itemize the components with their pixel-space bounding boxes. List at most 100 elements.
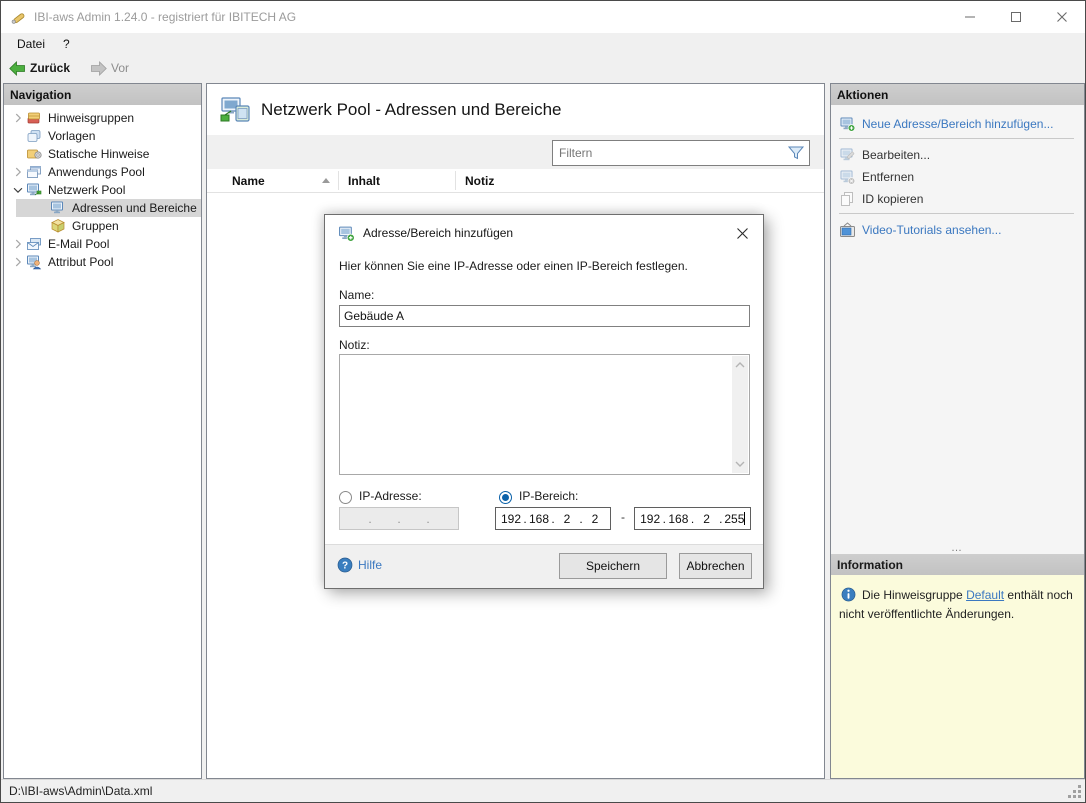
- close-icon: [736, 227, 748, 239]
- name-input[interactable]: [339, 305, 750, 327]
- column-divider[interactable]: [455, 171, 456, 190]
- octet-separator: .: [397, 511, 401, 526]
- nav-item-label: E-Mail Pool: [48, 237, 110, 251]
- nav-item-gruppen[interactable]: Gruppen: [4, 217, 201, 235]
- back-arrow-icon: [9, 60, 25, 76]
- ip-address-radio[interactable]: [339, 491, 352, 504]
- close-icon: [1057, 12, 1067, 22]
- nav-item-hinweisgruppen[interactable]: Hinweisgruppen: [4, 109, 201, 127]
- dialog-title-bar: Adresse/Bereich hinzufügen: [325, 215, 763, 251]
- filter-funnel-icon[interactable]: [786, 144, 806, 162]
- octet[interactable]: 255: [723, 511, 747, 526]
- navigation-tree: Hinweisgruppen Vorlagen Statische Hinwei…: [4, 105, 201, 271]
- nav-item-label: Netzwerk Pool: [48, 183, 126, 197]
- title-bar: IBI-aws Admin 1.24.0 - registriert für I…: [1, 1, 1085, 33]
- help-label: Hilfe: [358, 558, 383, 572]
- information-header: Information: [831, 554, 1084, 575]
- nav-item-statische-hinweise[interactable]: Statische Hinweise: [4, 145, 201, 163]
- resize-grip-icon[interactable]: [1068, 785, 1081, 798]
- page-title: Netzwerk Pool - Adressen und Bereiche: [261, 99, 562, 119]
- table-header: Name Inhalt Notiz: [207, 169, 824, 193]
- nav-item-attribut-pool[interactable]: Attribut Pool: [4, 253, 201, 271]
- note-scrollbar[interactable]: [732, 356, 748, 473]
- column-header-name[interactable]: Name: [232, 169, 265, 192]
- ip-address-radio-label[interactable]: IP-Adresse:: [359, 489, 422, 503]
- octet-separator: .: [368, 511, 372, 526]
- action-edit[interactable]: Bearbeiten...: [839, 144, 1084, 165]
- scroll-up-icon[interactable]: [734, 359, 746, 371]
- octet[interactable]: 192: [499, 512, 523, 526]
- column-divider[interactable]: [338, 171, 339, 190]
- action-label: ID kopieren: [862, 191, 924, 206]
- note-label: Notiz:: [339, 338, 370, 352]
- copy-icon: [841, 191, 853, 206]
- nav-item-anwendungs-pool[interactable]: Anwendungs Pool: [4, 163, 201, 181]
- nav-item-label: Attribut Pool: [48, 255, 114, 269]
- save-button[interactable]: Speichern: [559, 553, 667, 579]
- ip-range-to-input[interactable]: 192. 168. 2. 255: [634, 507, 751, 530]
- toolbar: Zurück Vor: [1, 55, 1085, 81]
- app-window: IBI-aws Admin 1.24.0 - registriert für I…: [0, 0, 1086, 803]
- column-header-inhalt[interactable]: Inhalt: [348, 169, 380, 192]
- action-remove[interactable]: Entfernen: [839, 166, 1084, 187]
- name-label: Name:: [339, 288, 375, 302]
- nav-item-email-pool[interactable]: E-Mail Pool: [4, 235, 201, 253]
- adressen-icon: [50, 200, 66, 216]
- nav-item-adressen-und-bereiche[interactable]: Adressen und Bereiche: [16, 199, 201, 217]
- status-bar: D:\IBI-aws\Admin\Data.xml: [1, 779, 1085, 802]
- ip-range-from-input[interactable]: 192. 168. 2. 2: [495, 507, 611, 530]
- action-copy-id[interactable]: ID kopieren: [839, 188, 1084, 209]
- maximize-button[interactable]: [993, 1, 1039, 33]
- actions-divider: [839, 213, 1074, 214]
- nav-item-label: Adressen und Bereiche: [72, 201, 197, 215]
- nav-item-netzwerk-pool[interactable]: Netzwerk Pool: [4, 181, 201, 199]
- nav-item-vorlagen[interactable]: Vorlagen: [4, 127, 201, 145]
- forward-arrow-icon: [91, 60, 107, 76]
- action-new-address[interactable]: Neue Adresse/Bereich hinzufügen...: [839, 113, 1084, 134]
- octet[interactable]: 168: [666, 512, 690, 526]
- back-label: Zurück: [30, 61, 71, 75]
- chevron-right-icon[interactable]: [10, 236, 26, 252]
- dialog-close-button[interactable]: [731, 223, 753, 243]
- note-textarea[interactable]: [339, 354, 750, 475]
- action-video-tutorials[interactable]: Video-Tutorials ansehen...: [839, 219, 1084, 240]
- ip-range-radio-label[interactable]: IP-Bereich:: [519, 489, 578, 503]
- chevron-right-icon[interactable]: [10, 164, 26, 180]
- panel-splitter-handle[interactable]: …: [831, 543, 1084, 554]
- forward-button[interactable]: Vor: [86, 56, 133, 80]
- octet[interactable]: 168: [527, 512, 551, 526]
- cancel-button[interactable]: Abbrechen: [679, 553, 752, 579]
- chevron-right-icon[interactable]: [10, 254, 26, 270]
- nav-item-label: Anwendungs Pool: [48, 165, 145, 179]
- ip-address-input: ...: [339, 507, 459, 530]
- octet[interactable]: 192: [638, 512, 662, 526]
- hinweisgruppen-icon: [27, 112, 40, 124]
- filter-input[interactable]: [553, 141, 786, 165]
- action-label: Neue Adresse/Bereich hinzufügen...: [862, 116, 1054, 131]
- back-button[interactable]: Zurück: [5, 56, 74, 80]
- chevron-right-icon[interactable]: [10, 110, 26, 126]
- close-button[interactable]: [1039, 1, 1085, 33]
- filter-row: [207, 135, 824, 169]
- scroll-down-icon[interactable]: [734, 458, 746, 470]
- vorlagen-icon: [27, 130, 41, 142]
- octet[interactable]: 2: [695, 512, 719, 526]
- menu-datei[interactable]: Datei: [8, 33, 54, 55]
- octet[interactable]: 2: [555, 512, 579, 526]
- column-header-notiz[interactable]: Notiz: [465, 169, 494, 192]
- info-icon: [841, 587, 856, 602]
- video-tutorials-icon: [840, 221, 855, 237]
- ip-range-radio[interactable]: [499, 491, 512, 504]
- text-caret: [744, 511, 746, 525]
- minimize-button[interactable]: [947, 1, 993, 33]
- chevron-down-icon[interactable]: [10, 182, 26, 198]
- sort-ascending-icon: [322, 178, 330, 183]
- octet-separator: .: [426, 511, 430, 526]
- navigation-panel: Navigation Hinweisgruppen Vorlagen Stati…: [3, 83, 202, 779]
- dialog-title: Adresse/Bereich hinzufügen: [363, 226, 514, 240]
- default-group-link[interactable]: Default: [966, 588, 1004, 602]
- help-link[interactable]: ? Hilfe: [337, 557, 382, 573]
- data-file-path: D:\IBI-aws\Admin\Data.xml: [9, 784, 153, 798]
- octet[interactable]: 2: [583, 512, 607, 526]
- menu-help[interactable]: ?: [54, 33, 79, 55]
